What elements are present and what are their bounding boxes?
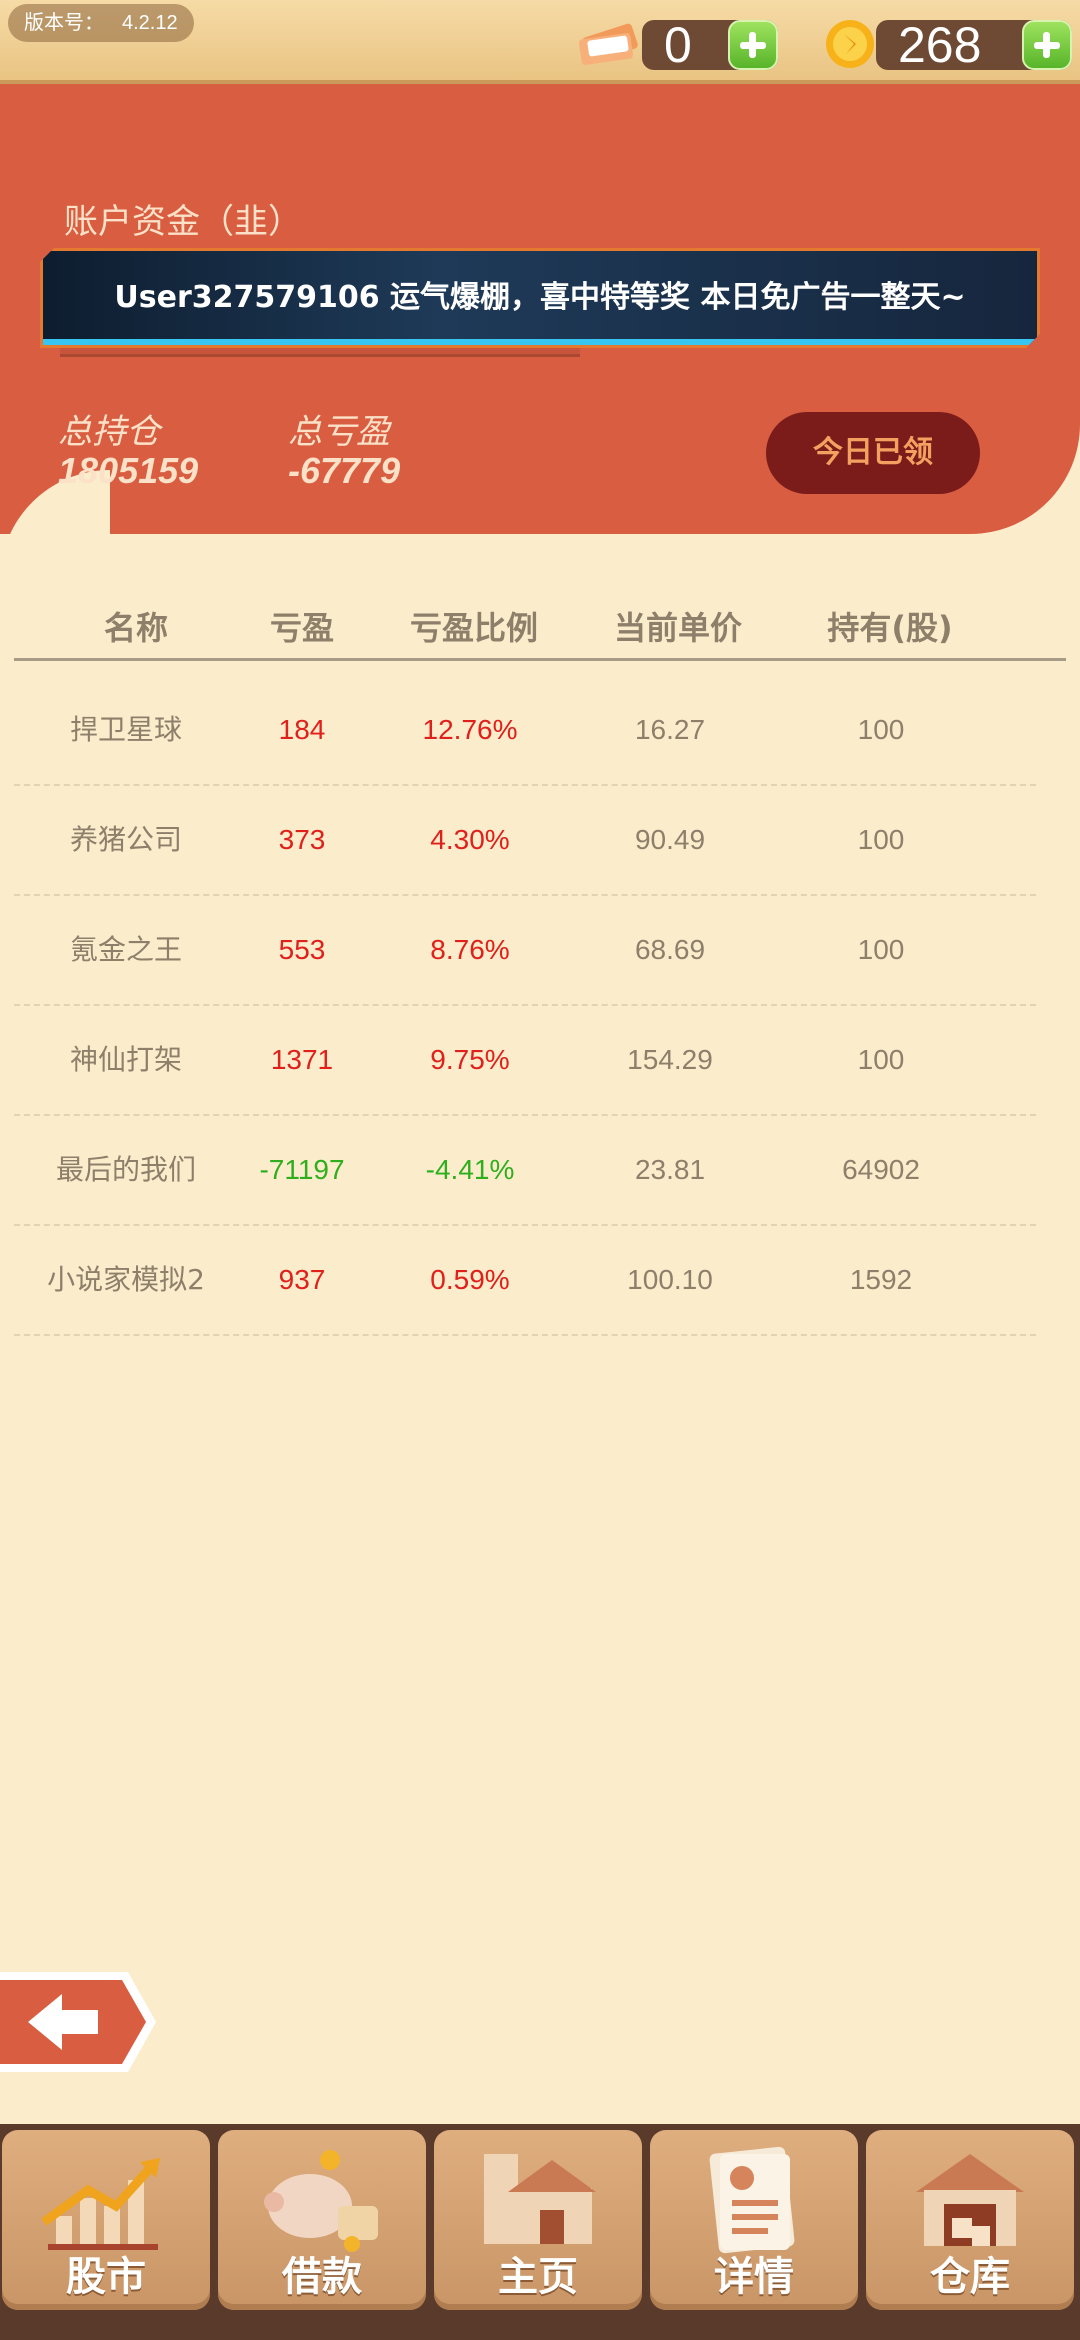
total-holdings-label: 总持仓 [58, 412, 160, 452]
ticket-count: 0 [664, 17, 692, 73]
coin-counter: 268 [876, 20, 1072, 70]
stock-shares: 100 [857, 714, 905, 745]
stock-shares: 100 [857, 1044, 905, 1075]
warehouse-icon [916, 2154, 1024, 2246]
coin-icon [826, 20, 874, 68]
nav-home[interactable]: 主页 [434, 2130, 642, 2310]
stock-price: 100.10 [627, 1264, 713, 1295]
table-row[interactable]: 捍卫星球 184 12.76% 16.27 100 [14, 676, 1036, 786]
nav-label: 仓库 [930, 2254, 1010, 2300]
stock-price: 16.27 [634, 714, 706, 745]
total-pnl-label: 总亏盈 [288, 412, 390, 452]
ticket-icon [578, 23, 638, 65]
stock-price: 23.81 [634, 1154, 706, 1185]
add-coins-button[interactable] [1022, 20, 1072, 70]
ticket-counter: 0 [642, 20, 778, 70]
bottom-nav: 股市 借款 主页 详情 仓库 [0, 2124, 1080, 2340]
version-number: 4.2.12 [122, 12, 178, 34]
table-row[interactable]: 小说家模拟2 937 0.59% 100.10 1592 [14, 1226, 1036, 1336]
stock-price: 68.69 [634, 934, 706, 965]
coin-count: 268 [898, 17, 982, 73]
stock-price: 90.49 [634, 824, 706, 855]
ticker-text: User327579106 运气爆棚，喜中特等奖 本日免广告一整天~ [114, 280, 966, 315]
announcement-ticker: User327579106 运气爆棚，喜中特等奖 本日免广告一整天~ [40, 248, 1040, 348]
nav-label: 详情 [714, 2254, 794, 2300]
profile-card-icon [709, 2146, 795, 2254]
stock-chart-icon [41, 2158, 160, 2250]
account-funds-label: 账户资金（韭） [64, 202, 302, 242]
table-row[interactable]: 最后的我们 -71197 -4.41% 23.81 64902 [14, 1116, 1036, 1226]
stock-shares: 100 [857, 934, 905, 965]
daily-claim-button[interactable]: 今日已领 [766, 412, 980, 494]
version-label: 版本号： [24, 12, 104, 34]
nav-label: 股市 [66, 2254, 146, 2300]
stock-price: 154.29 [627, 1044, 713, 1075]
total-pnl-value: -67779 [288, 450, 401, 491]
col-shares-header: 持有(股) [827, 609, 953, 647]
col-ratio-header: 亏盈比例 [409, 609, 538, 647]
stock-shares: 64902 [842, 1154, 920, 1185]
col-price-header: 当前单价 [613, 609, 742, 647]
nav-label: 借款 [282, 2254, 362, 2300]
col-pnl-header: 亏盈 [269, 609, 334, 647]
home-building-icon [484, 2154, 596, 2244]
stock-shares: 100 [857, 824, 905, 855]
stock-shares: 1592 [849, 1264, 913, 1295]
total-holdings-value: 1805159 [58, 450, 199, 491]
piggy-bank-icon [264, 2150, 378, 2252]
nav-details[interactable]: 详情 [650, 2130, 858, 2310]
nav-warehouse[interactable]: 仓库 [866, 2130, 1074, 2310]
nav-stock-market[interactable]: 股市 [2, 2130, 210, 2310]
holdings-table-header: 名称 亏盈 亏盈比例 当前单价 持有(股) [14, 598, 1066, 661]
nav-loan[interactable]: 借款 [218, 2130, 426, 2310]
top-bar: 版本号： 4.2.12 0 268 [0, 0, 1080, 84]
back-button[interactable] [0, 1966, 160, 2078]
version-badge: 版本号： 4.2.12 [8, 4, 194, 42]
table-row[interactable]: 神仙打架 1371 9.75% 154.29 100 [14, 1006, 1036, 1116]
table-row[interactable]: 养猪公司 373 4.30% 90.49 100 [14, 786, 1036, 896]
nav-label: 主页 [498, 2254, 578, 2300]
add-tickets-button[interactable] [728, 20, 778, 70]
table-row[interactable]: 氪金之王 553 8.76% 68.69 100 [14, 896, 1036, 1006]
